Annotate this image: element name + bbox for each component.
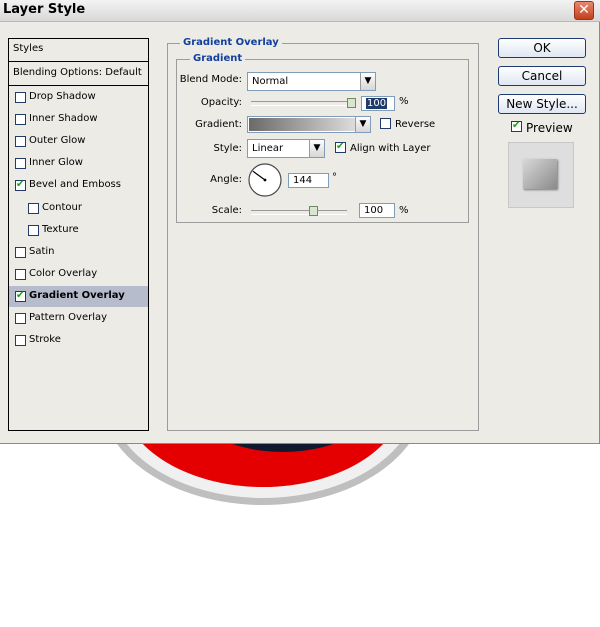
ok-button[interactable]: OK [498,38,586,58]
angle-value: 144 [293,175,313,186]
opacity-slider-track[interactable] [251,101,354,106]
scale-unit: % [399,205,409,216]
style-checkbox[interactable] [15,136,26,148]
divider [9,85,148,86]
angle-input[interactable]: 144 [288,173,329,188]
style-item-label: Satin [29,245,55,257]
blend-mode-value: Normal [252,76,289,87]
style-item-stroke[interactable]: Stroke [9,330,148,351]
opacity-input[interactable]: 100 [361,96,395,111]
style-item-label: Inner Glow [29,157,83,169]
opacity-value: 100 [366,98,388,109]
title-bar[interactable]: Layer Style ✕ [0,0,600,22]
close-button[interactable]: ✕ [574,1,594,20]
close-icon: ✕ [578,2,590,18]
style-item-label: Pattern Overlay [29,312,108,323]
style-checkbox[interactable] [15,114,26,126]
reverse-label: Reverse [395,119,436,130]
style-item-label: Color Overlay [29,267,98,279]
opacity-label: Opacity: [200,97,242,108]
gradient-picker[interactable]: ▼ [247,116,371,133]
style-value: Linear [252,143,284,154]
gradient-group-title: Gradient [190,53,246,64]
preview-swatch [523,159,557,189]
chevron-down-icon: ▼ [355,117,370,132]
style-item-contour[interactable]: Contour [9,198,148,219]
styles-list: Styles Blending Options: Default Drop Sh… [8,38,149,431]
style-item-inner-glow[interactable]: Inner Glow [9,153,148,174]
style-checkbox[interactable] [15,289,26,302]
blending-options-label: Blending Options: Default [13,67,142,78]
style-checkbox[interactable] [28,202,39,214]
style-item-outer-glow[interactable]: Outer Glow [9,131,148,152]
style-checkbox[interactable] [15,246,26,258]
style-checkbox[interactable] [15,268,26,280]
divider [9,61,148,62]
cancel-button[interactable]: Cancel [498,66,586,86]
blend-mode-select[interactable]: Normal ▼ [247,72,376,91]
style-checkbox[interactable] [15,313,26,324]
align-with-layer-label: Align with Layer [350,143,431,154]
style-checkbox[interactable] [15,335,26,347]
scale-slider-thumb[interactable] [308,206,318,216]
scale-value: 100 [364,205,384,216]
style-label: Style: [213,143,243,154]
new-style-button[interactable]: New Style... [498,94,586,114]
style-item-label: Stroke [29,334,61,346]
style-item-bevel-and-emboss[interactable]: Bevel and Emboss [9,175,148,196]
style-item-pattern-overlay[interactable]: Pattern Overlay [9,308,148,329]
style-item-drop-shadow[interactable]: Drop Shadow [9,87,148,108]
opacity-unit: % [399,96,409,107]
preview-label: Preview [526,121,573,135]
reverse-checkbox[interactable] [380,118,391,129]
align-with-layer-checkbox[interactable] [335,140,346,153]
style-item-gradient-overlay[interactable]: Gradient Overlay [9,285,148,307]
style-item-inner-shadow[interactable]: Inner Shadow [9,109,148,130]
style-checkbox[interactable] [15,92,26,103]
styles-header-label: Styles [13,43,44,54]
layer-style-dialog: Layer Style ✕ Styles Blending Options: D… [0,0,600,444]
style-item-satin[interactable]: Satin [9,242,148,263]
style-select[interactable]: Linear ▼ [247,139,325,158]
angle-label: Angle: [210,174,242,185]
style-item-color-overlay[interactable]: Color Overlay [9,264,148,285]
window-title: Layer Style [3,2,86,17]
angle-dial-icon[interactable] [247,162,283,198]
preview-checkbox[interactable] [511,119,522,132]
chevron-down-icon: ▼ [309,140,324,157]
style-item-label: Bevel and Emboss [29,179,121,191]
scale-slider-track[interactable] [251,210,347,215]
preview-thumbnail [508,142,574,208]
scale-label: Scale: [211,205,242,216]
style-item-label: Drop Shadow [29,91,96,102]
style-item-label: Inner Shadow [29,113,98,125]
blend-mode-label: Blend Mode: [179,74,242,85]
gradient-swatch[interactable] [249,118,355,131]
gradient-overlay-title: Gradient Overlay [180,37,282,48]
chevron-down-icon: ▼ [360,73,375,90]
styles-header[interactable]: Styles [9,39,148,60]
style-checkbox[interactable] [28,224,39,236]
style-checkbox[interactable] [15,158,26,170]
style-item-texture[interactable]: Texture [9,220,148,241]
style-item-label: Texture [42,223,79,235]
gradient-label: Gradient: [195,119,242,130]
opacity-slider-thumb[interactable] [347,98,356,108]
angle-unit: ° [332,172,337,183]
scale-input[interactable]: 100 [359,203,395,218]
style-checkbox[interactable] [15,178,26,192]
style-item-label: Gradient Overlay [29,289,125,301]
style-item-label: Outer Glow [29,135,86,147]
style-item-label: Contour [42,201,82,213]
blending-options[interactable]: Blending Options: Default [9,63,148,84]
